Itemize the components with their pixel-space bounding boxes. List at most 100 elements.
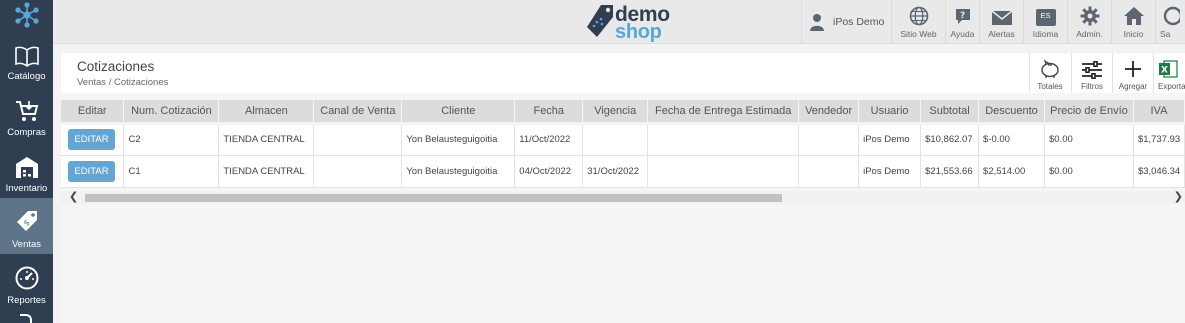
cell-fecha: 11/Oct/2022 (514, 121, 584, 156)
cell-cliente: Yon Belausteguigoitia (401, 121, 516, 156)
nav-label: Alertas (988, 29, 1015, 39)
gauge-icon (15, 266, 38, 290)
app-logo-icon[interactable] (0, 0, 53, 30)
content-card: Cotizaciones Ventas / Cotizaciones Total… (61, 53, 1185, 323)
scroll-left-icon[interactable]: ❮ (69, 191, 78, 204)
book-icon (14, 46, 39, 67)
edit-cell: EDITAR (61, 155, 125, 188)
nav-alertas[interactable]: Alertas (979, 0, 1023, 44)
sidebar-item-reportes[interactable]: Reportes (0, 254, 53, 310)
cell-canal (313, 121, 403, 156)
page-title: Cotizaciones (77, 59, 155, 74)
column-header[interactable]: Usuario (858, 100, 922, 123)
nav-inicio[interactable]: Inicio (1111, 0, 1155, 44)
cart-icon (15, 101, 38, 121)
column-header[interactable]: IVA (1133, 100, 1185, 123)
cell-subtotal: $21,553.66 (920, 155, 980, 188)
home-icon (1123, 7, 1144, 25)
column-header[interactable]: Fecha (514, 100, 584, 123)
column-header[interactable]: Precio de Envío (1044, 100, 1134, 123)
table-header-row: Editar Num. Cotización Almacen Canal de … (61, 100, 1185, 123)
warehouse-icon (15, 157, 38, 178)
sidebar-item-inventario[interactable]: Inventario (0, 142, 53, 198)
horizontal-scrollbar[interactable]: ❮ ❯ (61, 191, 1185, 204)
table-row[interactable]: EDITAR C1 TIENDA CENTRAL Yon Belaustegui… (61, 155, 1185, 188)
nav-idioma[interactable]: ES Idioma (1023, 0, 1067, 44)
column-header[interactable]: Canal de Venta (313, 100, 403, 123)
column-header[interactable]: Cliente (401, 100, 516, 123)
nav-label: Admin. (1076, 29, 1103, 39)
cell-cliente: Yon Belausteguigoitia (401, 155, 516, 188)
breadcrumb: Ventas / Cotizaciones (77, 77, 169, 88)
totales-button[interactable]: Totales (1029, 53, 1070, 93)
tool-label: Filtros (1081, 82, 1103, 91)
cell-almacen: TIENDA CENTRAL (218, 121, 315, 156)
scroll-right-icon[interactable]: ❯ (1174, 191, 1183, 204)
agregar-button[interactable]: Agregar (1112, 53, 1153, 93)
brand-tag-icon (587, 5, 613, 37)
title-bar: Cotizaciones Ventas / Cotizaciones Total… (61, 53, 1185, 93)
tool-label: Exporta (1158, 82, 1185, 91)
sidebar-item-catalogo[interactable]: Catálogo (0, 30, 53, 86)
language-badge: ES (1040, 11, 1051, 20)
brand-logo[interactable]: demo shop (585, 1, 685, 43)
edit-button[interactable]: EDITAR (68, 160, 115, 182)
cell-vigencia (582, 121, 649, 156)
user-name: iPos Demo (833, 16, 885, 28)
brand-word-shop: shop (615, 21, 662, 43)
sidebar-item-label: Reportes (7, 295, 46, 306)
table-row[interactable]: EDITAR C2 TIENDA CENTRAL Yon Belaustegui… (61, 121, 1185, 156)
quotes-table: Editar Num. Cotización Almacen Canal de … (61, 100, 1185, 188)
nav-label: Sitio Web (900, 29, 937, 39)
column-header[interactable]: Vendedor (798, 100, 860, 123)
plus-icon (1125, 61, 1141, 77)
nav-label: Inicio (1123, 29, 1144, 39)
filtros-button[interactable]: Filtros (1071, 53, 1112, 93)
edit-button[interactable]: EDITAR (68, 129, 115, 150)
nav-admin[interactable]: Admin. (1067, 0, 1111, 44)
nav-sitio-web[interactable]: Sitio Web (891, 0, 945, 44)
tool-label: Totales (1037, 82, 1063, 91)
cell-vigencia: 31/Oct/2022 (582, 155, 649, 188)
column-header[interactable]: Almacen (218, 100, 315, 123)
svg-text:?: ? (960, 11, 965, 21)
column-header[interactable]: Editar (61, 100, 125, 123)
exportar-button[interactable]: X Exporta (1153, 53, 1185, 93)
sidebar-item-label: Inventario (5, 183, 48, 194)
gear-icon (1080, 6, 1099, 26)
column-header[interactable]: Subtotal (920, 100, 980, 123)
top-bar: demo shop iPos Demo Sitio Web ? Ayuda Al… (53, 0, 1185, 44)
more-icon (20, 314, 32, 323)
scrollbar-thumb[interactable] (85, 194, 782, 202)
sidebar-item-compras[interactable]: Compras (0, 86, 53, 142)
cell-descuento: $2,514.00 (978, 155, 1045, 188)
nav-label: Sa (1160, 29, 1171, 39)
cell-envio: $0.00 (1044, 121, 1134, 156)
sidebar-item-label: Catálogo (7, 71, 46, 82)
nav-ayuda[interactable]: ? Ayuda (945, 0, 979, 44)
cell-subtotal: $10,862.07 (920, 121, 980, 156)
column-header[interactable]: Fecha de Entrega Estimada (647, 100, 800, 123)
tool-label: Agregar (1118, 82, 1148, 91)
cell-fecha: 04/Oct/2022 (514, 155, 584, 188)
sidebar-item-ventas[interactable]: $ Ventas (0, 198, 53, 254)
cell-descuento: $-0.00 (978, 121, 1045, 156)
cell-vendedor (798, 155, 860, 188)
svg-text:X: X (1161, 66, 1168, 76)
tag-icon: $ (16, 211, 37, 231)
sliders-icon (1082, 61, 1102, 79)
help-icon: ? (955, 9, 970, 24)
column-header[interactable]: Descuento (978, 100, 1045, 123)
nav-salir[interactable]: Sa (1155, 0, 1185, 44)
sidebar-item-label: Compras (7, 127, 46, 138)
user-icon (810, 14, 824, 31)
nav-label: Idioma (1032, 29, 1059, 39)
user-menu[interactable]: iPos Demo (801, 0, 891, 44)
cell-entrega (647, 155, 800, 188)
column-header[interactable]: Num. Cotización (123, 100, 220, 123)
mail-icon (991, 10, 1012, 25)
nav-label: Ayuda (950, 29, 975, 39)
sidebar: Catálogo Compras Inventario $ Ventas Rep… (0, 0, 53, 323)
column-header[interactable]: Vigencia (582, 100, 649, 123)
cell-num: C2 (123, 121, 220, 156)
